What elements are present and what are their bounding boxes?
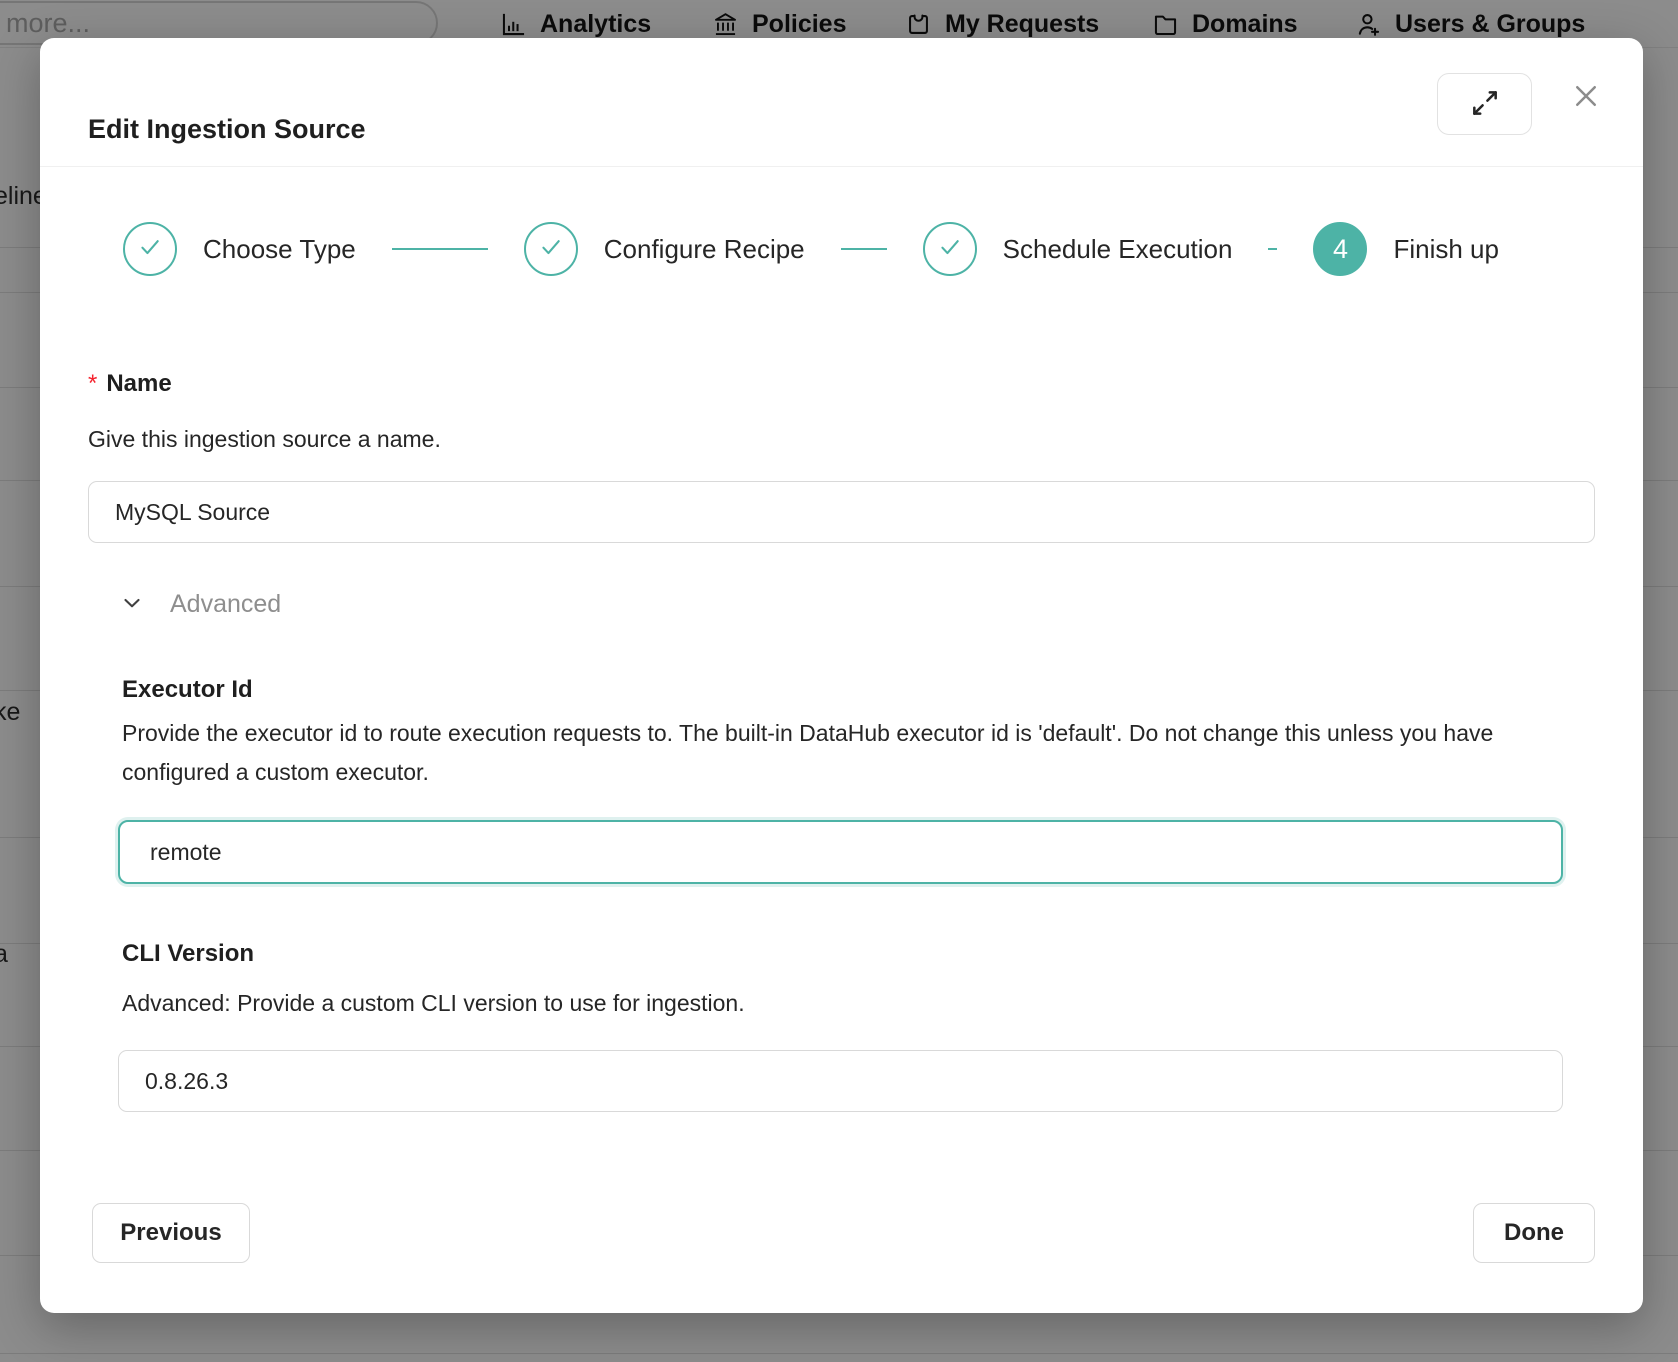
edit-ingestion-source-modal: Edit Ingestion Source — [40, 38, 1643, 1313]
step-finish-up: 4 Finish up — [1313, 222, 1499, 276]
required-asterisk: * — [88, 370, 97, 397]
screen: Analytics Policies My Requests — [0, 0, 1678, 1362]
modal-title: Edit Ingestion Source — [88, 114, 366, 145]
cli-version-label: CLI Version — [122, 940, 254, 968]
chevron-down-icon — [120, 591, 144, 618]
previous-button[interactable]: Previous — [92, 1203, 250, 1263]
step-complete-circle — [524, 222, 578, 276]
cli-version-input[interactable] — [118, 1050, 1563, 1112]
step-complete-circle — [123, 222, 177, 276]
check-icon — [537, 233, 565, 266]
done-button[interactable]: Done — [1473, 1203, 1595, 1263]
step-connector — [1268, 248, 1277, 250]
check-icon — [136, 233, 164, 266]
executor-id-description: Provide the executor id to route executi… — [122, 714, 1564, 792]
name-field-label: *Name — [88, 370, 172, 398]
step-schedule-execution: Schedule Execution — [923, 222, 1233, 276]
ingestion-stepper: Choose Type Configure Recipe — [123, 222, 1499, 276]
step-active-circle: 4 — [1313, 222, 1367, 276]
expand-modal-button[interactable] — [1437, 73, 1532, 135]
step-label: Schedule Execution — [1003, 234, 1233, 265]
advanced-label: Advanced — [170, 590, 281, 619]
close-modal-button[interactable] — [1565, 76, 1607, 118]
step-connector — [392, 248, 488, 250]
step-label: Finish up — [1393, 234, 1499, 265]
step-choose-type: Choose Type — [123, 222, 356, 276]
executor-id-input[interactable] — [118, 820, 1563, 884]
step-complete-circle — [923, 222, 977, 276]
step-configure-recipe: Configure Recipe — [524, 222, 805, 276]
step-label: Configure Recipe — [604, 234, 805, 265]
name-input[interactable] — [88, 481, 1595, 543]
check-icon — [936, 233, 964, 266]
close-icon — [1571, 81, 1601, 114]
step-label: Choose Type — [203, 234, 356, 265]
header-divider — [40, 166, 1643, 167]
advanced-section-toggle[interactable]: Advanced — [120, 590, 281, 619]
step-connector — [841, 248, 887, 250]
cli-version-description: Advanced: Provide a custom CLI version t… — [122, 984, 1564, 1023]
step-number: 4 — [1333, 234, 1348, 265]
name-field-description: Give this ingestion source a name. — [88, 420, 441, 459]
expand-icon — [1469, 87, 1501, 122]
executor-id-label: Executor Id — [122, 676, 253, 704]
